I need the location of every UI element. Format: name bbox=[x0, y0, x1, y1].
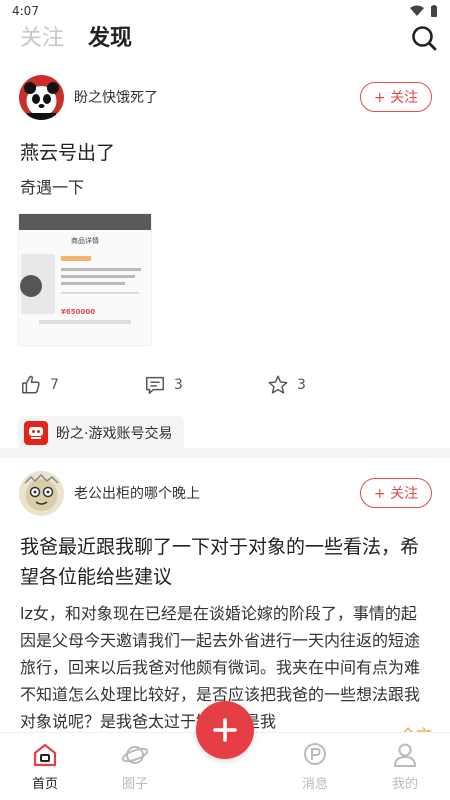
plus-icon bbox=[213, 718, 237, 742]
nav-profile[interactable]: 我的 bbox=[375, 741, 435, 792]
nav-profile-label: 我的 bbox=[391, 777, 418, 792]
nav-home[interactable]: 首页 bbox=[15, 741, 75, 792]
post-actions: 7 3 3 bbox=[0, 366, 450, 410]
author-name[interactable]: 盼之快饿死了 bbox=[74, 87, 158, 107]
like-button[interactable]: 7 bbox=[20, 374, 59, 396]
post-body: 奇遇一下 bbox=[20, 178, 85, 197]
message-icon bbox=[304, 743, 326, 765]
comment-count: 3 bbox=[174, 377, 183, 393]
tab-discover[interactable]: 发现 bbox=[88, 20, 132, 52]
nav-messages-label: 消息 bbox=[301, 777, 328, 792]
create-post-button[interactable] bbox=[196, 701, 254, 759]
feed: 盼之快饿死了 + 关注 燕云号出了 奇遇一下 商品详情 ¥650000 7 3 … bbox=[0, 62, 450, 732]
wifi-icon bbox=[410, 5, 424, 16]
battery-icon bbox=[431, 5, 437, 17]
post-card[interactable]: 盼之快饿死了 + 关注 燕云号出了 奇遇一下 商品详情 ¥650000 7 3 … bbox=[0, 62, 450, 450]
top-nav: 关注 发现 bbox=[0, 18, 450, 62]
comment-button[interactable]: 3 bbox=[144, 374, 183, 396]
favorite-button[interactable]: 3 bbox=[267, 374, 306, 396]
thumbnail-title: 商品详情 bbox=[71, 237, 99, 245]
panda-avatar-icon bbox=[19, 75, 64, 120]
post-title: 我爸最近跟我聊了一下对于对象的一些看法，希望各位能给些建议 bbox=[20, 536, 420, 588]
author-name[interactable]: 老公出柜的哪个晚上 bbox=[74, 483, 200, 503]
post-image[interactable]: 商品详情 ¥650000 bbox=[18, 213, 152, 346]
circle-name: 盼之·游戏账号交易 bbox=[56, 426, 173, 442]
planet-icon bbox=[121, 746, 149, 764]
thumbs-up-icon bbox=[22, 375, 40, 394]
like-count: 7 bbox=[50, 377, 59, 393]
thumbnail-price: ¥650000 bbox=[61, 308, 96, 316]
star-icon bbox=[268, 375, 288, 394]
post-card[interactable]: 老公出柜的哪个晚上 + 关注 我爸最近跟我聊了一下对于对象的一些看法，希望各位能… bbox=[0, 458, 450, 732]
avatar[interactable] bbox=[19, 471, 64, 516]
follow-button[interactable]: + 关注 bbox=[360, 478, 432, 508]
post-title: 燕云号出了 bbox=[20, 142, 116, 164]
circle-tag[interactable]: 盼之·游戏账号交易 bbox=[18, 416, 185, 450]
tab-follow[interactable]: 关注 bbox=[20, 20, 64, 52]
nav-circle-label: 圈子 bbox=[121, 777, 148, 792]
circle-logo-icon bbox=[24, 421, 48, 445]
user-icon bbox=[394, 743, 416, 767]
bottom-nav: 首页 圈子 消息 我的 bbox=[0, 701, 450, 800]
favorite-count: 3 bbox=[297, 377, 306, 393]
home-icon bbox=[33, 743, 57, 767]
nav-circle[interactable]: 圈子 bbox=[105, 741, 165, 792]
nav-messages[interactable]: 消息 bbox=[285, 741, 345, 792]
comment-icon bbox=[146, 376, 164, 394]
read-more-link[interactable]: ...全文 bbox=[378, 722, 432, 732]
search-icon[interactable] bbox=[410, 24, 438, 52]
nav-home-label: 首页 bbox=[31, 777, 58, 792]
status-time: 4:07 bbox=[12, 4, 39, 18]
cartoon-avatar-icon bbox=[19, 471, 64, 516]
avatar[interactable] bbox=[19, 75, 64, 120]
follow-button[interactable]: + 关注 bbox=[360, 82, 432, 112]
